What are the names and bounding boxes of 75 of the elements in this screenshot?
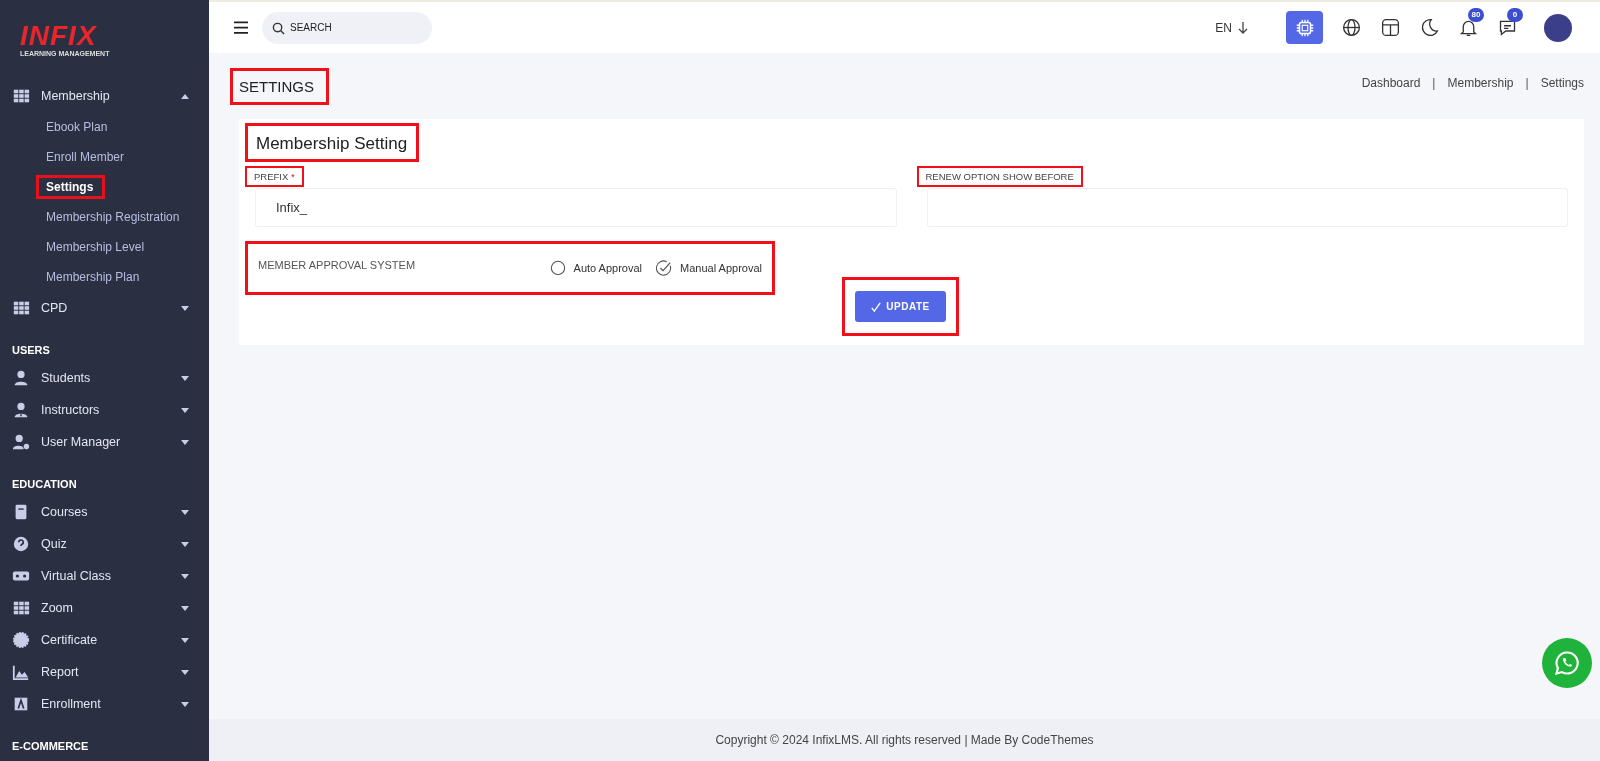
radio-option[interactable]: Auto Approval [549, 260, 643, 276]
menu-icon[interactable] [234, 21, 248, 34]
sidebar-item[interactable]: Zoom [0, 592, 209, 624]
update-button[interactable]: UPDATE [855, 291, 946, 322]
badge-icon [12, 631, 30, 649]
search-field[interactable]: SEARCH [262, 11, 432, 44]
sidebar-subitem[interactable]: Settings [35, 174, 106, 200]
breadcrumb-link[interactable]: Settings [1540, 76, 1584, 90]
breadcrumb-link[interactable]: Dashboard [1361, 76, 1421, 90]
breadcrumb-separator: | [1525, 76, 1529, 90]
whatsapp-button[interactable] [1542, 638, 1592, 688]
card-title: Membership Setting [245, 123, 420, 162]
sidebar-item[interactable]: Virtual Class [0, 560, 209, 592]
sidebar-item[interactable]: Courses [0, 496, 209, 528]
person-tie-icon [12, 401, 30, 419]
caret-icon [181, 573, 189, 579]
sidebar-item[interactable]: Enrollment [0, 688, 209, 720]
caret-icon [181, 375, 189, 381]
text-field[interactable]: Infix_ [255, 188, 897, 227]
language-selector[interactable]: EN [1209, 19, 1254, 36]
grid-icon [12, 87, 30, 105]
sidebar-item[interactable]: Quiz [0, 528, 209, 560]
layout-icon[interactable] [1380, 17, 1401, 38]
sidebar-item[interactable]: Certificate [0, 624, 209, 656]
question-mark-icon [12, 535, 30, 553]
sidebar-item[interactable]: Membership [0, 80, 209, 112]
logo-wordmark: INFIX [20, 22, 98, 50]
person-icon [12, 369, 30, 387]
chip-button[interactable] [1286, 11, 1323, 44]
caret-icon [181, 93, 189, 99]
page-title: SETTINGS [230, 67, 329, 105]
moon-icon[interactable] [1419, 17, 1440, 38]
caret-icon [181, 407, 189, 413]
sidebar-item[interactable]: Instructors [0, 394, 209, 426]
person-gear-icon [12, 433, 30, 451]
sidebar-item[interactable]: User Manager [0, 426, 209, 458]
breadcrumb-link[interactable]: Membership [1447, 76, 1514, 90]
section-heading: E-COMMERCE [11, 739, 90, 754]
sidebar-subitem[interactable]: Enroll Member [0, 142, 209, 172]
letter-tile-icon [12, 695, 30, 713]
section-heading: EDUCATION [11, 477, 78, 492]
sidebar-item[interactable]: Report [0, 656, 209, 688]
sidebar-subitem[interactable]: Membership Registration [0, 202, 209, 232]
section-heading: USERS [11, 343, 51, 358]
caret-icon [181, 509, 189, 515]
caret-icon [181, 637, 189, 643]
caret-icon [181, 439, 189, 445]
sidebar-item[interactable]: CPD [0, 292, 209, 324]
globe-icon[interactable] [1341, 17, 1362, 38]
text-field[interactable] [926, 188, 1568, 227]
caret-icon [181, 701, 189, 707]
search-icon [272, 21, 285, 35]
phone-chat-icon [1553, 649, 1581, 677]
area-chart-icon [12, 663, 30, 681]
approval-label: MEMBER APPROVAL SYSTEM [258, 259, 417, 271]
avatar[interactable] [1544, 13, 1572, 42]
sidebar-subitem[interactable]: Membership Plan [0, 262, 209, 292]
message-count: 0 [1507, 8, 1523, 22]
field-label: RENEW OPTION SHOW BEFORE [916, 166, 1083, 187]
sidebar-subitem[interactable]: Membership Level [0, 232, 209, 262]
radio-option[interactable]: Manual Approval [656, 260, 762, 276]
caret-icon [181, 605, 189, 611]
grid-icon [12, 299, 30, 317]
copyright-text: Copyright © 2024 InfixLMS. All rights reserved | Made By CodeThemes [715, 733, 1094, 747]
breadcrumb-separator: | [1432, 76, 1436, 90]
check-icon [871, 301, 882, 312]
caret-icon [181, 541, 189, 547]
notification-count: 80 [1468, 8, 1484, 22]
caret-icon [181, 669, 189, 675]
sidebar-subitem[interactable]: Ebook Plan [0, 112, 209, 142]
field-label: PREFIX * [245, 166, 304, 187]
sidebar-item[interactable]: Students [0, 362, 209, 394]
grid-icon [12, 599, 30, 617]
caret-icon [181, 305, 189, 311]
arrow-down-icon [1238, 21, 1248, 34]
